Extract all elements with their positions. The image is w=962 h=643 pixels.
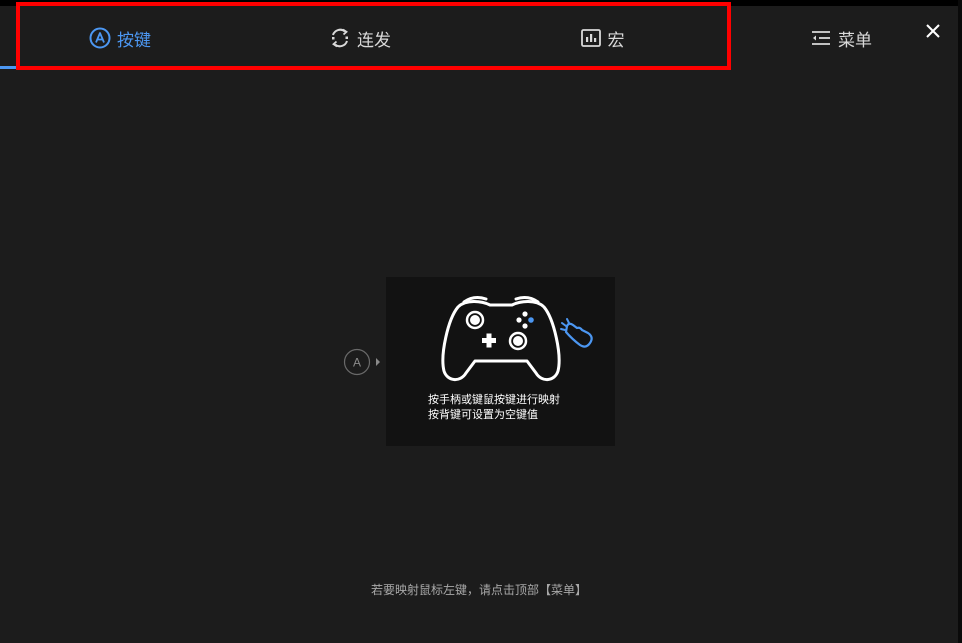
gamepad-illustration [441, 296, 593, 381]
mapping-card: 按手柄或键鼠按键进行映射 按背键可设置为空键值 [386, 277, 615, 446]
tab-turbo[interactable]: 连发 [300, 14, 420, 62]
footer-hint: 若要映射鼠标左键，请点击顶部【菜单】 [370, 583, 587, 597]
active-tab-indicator [0, 66, 16, 69]
window-edge [958, 0, 962, 643]
close-icon [926, 24, 940, 38]
tab-turbo-label: 连发 [357, 30, 391, 51]
hand-tap-icon [560, 318, 593, 348]
instruction-line-1: 按手柄或键鼠按键进行映射 [428, 393, 560, 406]
mapping-window: 按键 连发 宏 菜单 A 按手柄或键鼠按键进行映射 按背键可设置为空键值 若要映… [0, 6, 958, 643]
a-circle-icon [89, 27, 111, 49]
menu-button[interactable]: 菜单 [786, 14, 896, 62]
tab-bar: 按键 连发 宏 菜单 [0, 6, 958, 70]
turbo-icon [332, 28, 348, 48]
close-button[interactable] [920, 18, 946, 44]
macro-icon [580, 29, 601, 47]
menu-lines-icon [812, 31, 830, 45]
tab-keys[interactable]: 按键 [60, 14, 180, 62]
gamepad-icon [441, 296, 561, 381]
tab-keys-label: 按键 [117, 30, 151, 51]
tab-macro[interactable]: 宏 [542, 14, 662, 62]
mapping-instructions: 按手柄或键鼠按键进行映射 按背键可设置为空键值 [428, 392, 560, 422]
key-marker-text: A [353, 356, 361, 370]
instruction-line-2: 按背键可设置为空键值 [428, 408, 538, 421]
menu-label: 菜单 [838, 30, 872, 51]
key-marker-icon: A [343, 348, 380, 376]
key-marker: A [343, 348, 383, 376]
tab-macro-label: 宏 [607, 30, 625, 51]
